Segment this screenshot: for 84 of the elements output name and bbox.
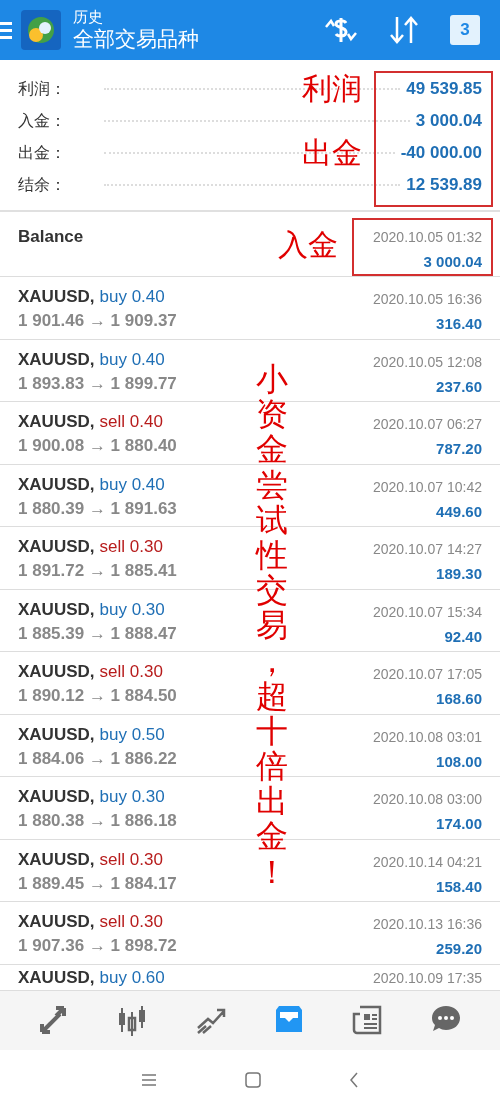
trade-order: sell 0.30 [99,848,163,870]
trade-profit: 158.40 [436,876,482,897]
trade-time: 2020.10.13 16:36 [373,915,482,934]
trade-time: 2020.10.07 06:27 [373,415,482,434]
deal-amount: 3 000.04 [423,252,482,272]
trade-profit: 237.60 [436,376,482,397]
annotation-text: 入金 [278,230,338,260]
trade-order: buy 0.40 [99,473,165,495]
menu-icon[interactable] [0,20,12,40]
trade-order: buy 0.30 [99,598,165,620]
home-icon[interactable] [245,1072,261,1089]
trade-profit: 108.00 [436,751,482,772]
trade-profit: 189.30 [436,564,482,584]
trade-symbol: XAUUSD, [18,473,95,495]
trade-symbol: XAUUSD, [18,966,95,988]
trade-order: buy 0.60 [99,966,165,988]
annotation-note: 小资金尝试性交易，超十倍出金！ [256,362,288,890]
deal-time: 2020.10.05 01:32 [373,228,482,247]
trade-order: sell 0.30 [99,536,163,557]
trade-time: 2020.10.14 04:21 [373,852,482,872]
trade-prices: 1 901.46 → 1 909.37 [18,310,177,332]
trade-symbol: XAUUSD, [18,786,95,807]
currency-exchange-icon[interactable] [324,15,358,45]
summary-label: 利润： [18,79,67,99]
trade-time: 2020.10.05 16:36 [373,290,482,309]
newspaper-icon[interactable] [351,1004,384,1036]
trade-symbol: XAUUSD, [18,661,95,682]
trade-profit: 787.20 [436,439,482,459]
summary-value: 12 539.89 [406,174,482,197]
trade-time: 2020.10.08 03:01 [373,727,482,747]
trade-order: buy 0.50 [99,723,165,745]
trade-prices: 1 889.45 → 1 884.17 [18,872,177,895]
sort-icon[interactable] [388,15,420,45]
trade-profit: 259.20 [436,939,482,959]
trade-order: sell 0.40 [99,411,163,432]
summary-label: 入金： [18,111,67,131]
trade-time: 2020.10.07 14:27 [373,540,482,559]
trade-symbol: XAUUSD, [18,536,95,557]
trade-prices: 1 885.39 → 1 888.47 [18,622,177,645]
back-icon[interactable] [349,1072,359,1089]
trade-time: 2020.10.08 03:00 [373,790,482,809]
trade-order: sell 0.30 [99,661,163,682]
trade-prices: 1 880.39 → 1 891.63 [18,497,177,520]
annotation-text: 利润 [302,74,362,104]
trade-prices: 1 893.83 → 1 899.77 [18,372,177,395]
trade-symbol: XAUUSD, [18,348,95,370]
summary-label: 结余： [18,175,67,195]
screen-title: 历史 [73,7,104,27]
trade-symbol: XAUUSD, [18,723,95,745]
trade-prices: 1 890.12 → 1 884.50 [18,685,177,707]
trade-order: buy 0.30 [99,786,165,807]
trade-prices: 1 900.08 → 1 880.40 [18,435,177,457]
trade-profit: 449.60 [436,501,482,522]
trade-time: 2020.10.07 15:34 [373,602,482,622]
trade-prices: 1 907.36 → 1 898.72 [18,935,177,957]
app-logo-icon [21,10,61,50]
trade-profit: 174.00 [436,814,482,834]
trade-time: 2020.10.09 17:35 [373,968,482,988]
trade-profit: 168.60 [436,689,482,709]
annotation-text: 出金 [302,138,362,168]
recent-apps-icon[interactable] [141,1073,157,1088]
trade-profit: 316.40 [436,314,482,334]
trade-prices: 1 884.06 → 1 886.22 [18,747,177,770]
balance-label: Balance [18,226,84,248]
trade-prices: 1 891.72 → 1 885.41 [18,560,177,582]
trade-time: 2020.10.07 10:42 [373,477,482,497]
trade-profit: 92.40 [444,626,482,647]
summary-value: -40 000.00 [400,142,482,165]
trade-time: 2020.10.07 17:05 [373,665,482,684]
trade-symbol: XAUUSD, [18,411,95,432]
summary-label: 出金： [18,143,67,163]
trade-prices: 1 880.38 → 1 886.18 [18,810,177,832]
summary-value: 3 000.04 [415,110,482,133]
trade-order: buy 0.40 [99,348,165,370]
trade-order: buy 0.40 [99,286,165,307]
trade-symbol: XAUUSD, [18,286,95,307]
trade-symbol: XAUUSD, [18,598,95,620]
trade-order: sell 0.30 [99,911,163,932]
symbol-filter[interactable]: 全部交易品种 [73,26,199,53]
trade-time: 2020.10.05 12:08 [373,352,482,372]
summary-value: 49 539.85 [406,78,482,101]
trade-symbol: XAUUSD, [18,911,95,932]
trade-symbol: XAUUSD, [18,848,95,870]
calendar-button[interactable]: 3 [450,15,480,45]
